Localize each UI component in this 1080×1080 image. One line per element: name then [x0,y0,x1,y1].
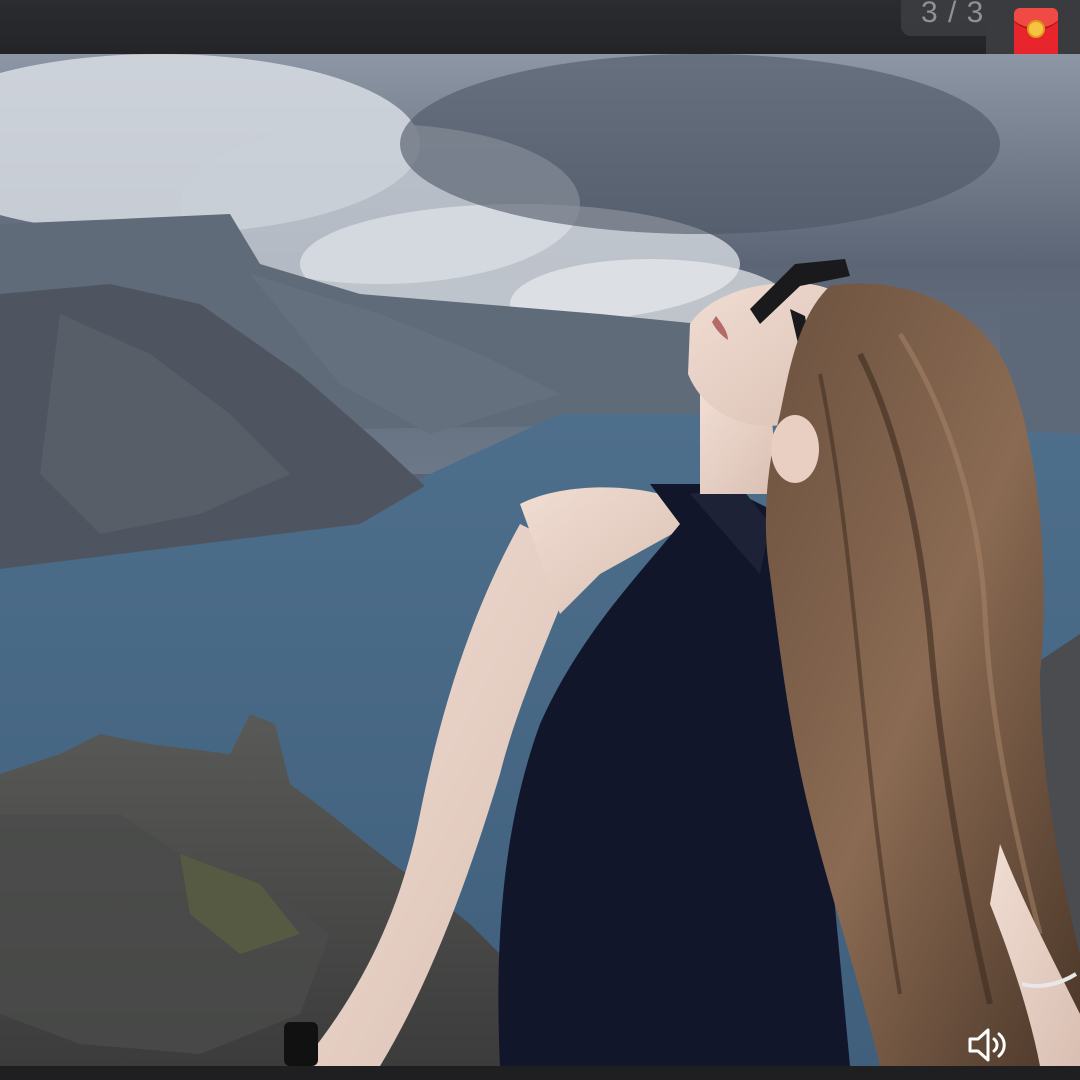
top-bar: 3 / 31 [0,0,1080,54]
photo-illustration [0,54,1080,1066]
bottom-bar [0,1066,1080,1080]
speaker-volume-icon [968,1028,1006,1062]
volume-button[interactable] [960,1020,1016,1070]
photo-content[interactable] [0,54,1080,1066]
